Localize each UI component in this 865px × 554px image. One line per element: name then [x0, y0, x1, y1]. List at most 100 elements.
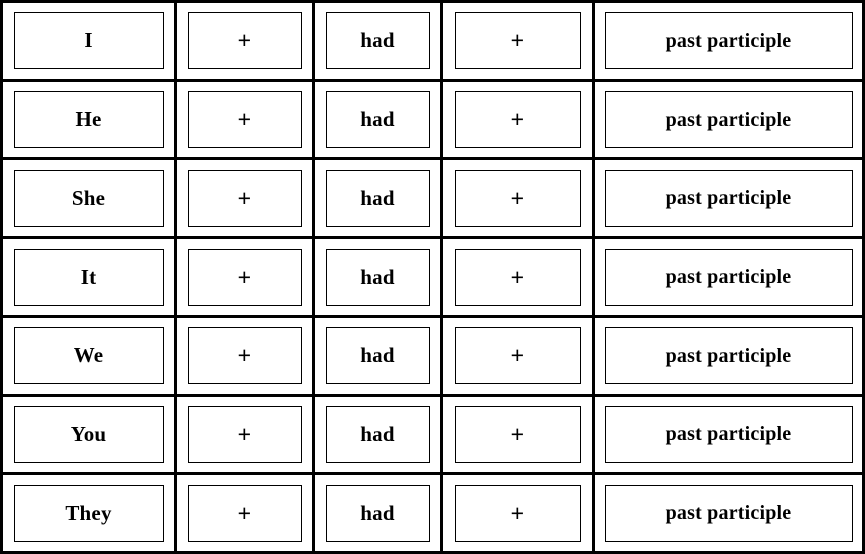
table-cell-auxiliary-verb: had [315, 396, 443, 473]
plus-icon: + [237, 106, 252, 133]
table-cell-subject-pronoun: I [3, 3, 177, 79]
table-cell-plus-operator-1: + [177, 317, 315, 394]
table-cell-plus-operator-1: + [177, 396, 315, 473]
cell-box-plus-operator-1: + [187, 248, 302, 306]
cell-label-subject-pronoun: It [80, 264, 97, 289]
cell-label-verb-form: past participle [665, 344, 792, 367]
table-cell-plus-operator-2: + [443, 317, 595, 394]
cell-label-subject-pronoun: They [65, 500, 112, 525]
table-cell-plus-operator-1: + [177, 475, 315, 552]
cell-label-subject-pronoun: He [75, 107, 102, 132]
cell-label-verb-form: past participle [665, 29, 792, 52]
cell-box-plus-operator-1: + [187, 91, 302, 149]
plus-icon: + [510, 27, 525, 54]
grammar-structure-table: I + had + past participle He + had + past partici… [0, 0, 865, 554]
plus-icon: + [510, 263, 525, 290]
cell-box-plus-operator-1: + [187, 484, 302, 542]
cell-box-plus-operator-1: + [187, 12, 302, 70]
table-row: It + had + past participle [3, 239, 862, 318]
cell-box-auxiliary-verb: had [325, 91, 430, 149]
cell-label-auxiliary-verb: had [360, 107, 395, 132]
table-cell-plus-operator-2: + [443, 81, 595, 158]
table-cell-verb-form: past participle [595, 475, 862, 551]
table-cell-subject-pronoun: She [3, 160, 177, 237]
cell-box-plus-operator-1: + [187, 405, 302, 463]
cell-label-auxiliary-verb: had [360, 343, 395, 368]
cell-label-subject-pronoun: You [70, 421, 107, 446]
table-row: She + had + past participle [3, 160, 862, 240]
cell-label-subject-pronoun: I [84, 28, 93, 53]
cell-box-subject-pronoun: I [13, 12, 164, 70]
cell-box-verb-form: past participle [604, 248, 853, 306]
cell-box-subject-pronoun: They [13, 484, 164, 542]
table-row: He + had + past participle [3, 81, 862, 161]
cell-label-auxiliary-verb: had [360, 28, 395, 53]
table-cell-verb-form: past participle [595, 3, 862, 79]
table-cell-auxiliary-verb: had [315, 3, 443, 79]
plus-icon: + [237, 184, 252, 211]
cell-label-verb-form: past participle [665, 187, 792, 210]
cell-box-plus-operator-2: + [454, 12, 581, 70]
table-cell-verb-form: past participle [595, 318, 862, 394]
cell-label-auxiliary-verb: had [360, 185, 395, 210]
table-cell-subject-pronoun: They [3, 475, 177, 552]
plus-icon: + [237, 27, 252, 54]
cell-box-subject-pronoun: We [13, 327, 164, 385]
cell-label-verb-form: past participle [665, 423, 792, 446]
table-cell-plus-operator-2: + [443, 160, 595, 237]
table-cell-plus-operator-1: + [177, 160, 315, 237]
plus-icon: + [237, 420, 252, 447]
cell-box-auxiliary-verb: had [325, 405, 430, 463]
table-row: We + had + past participle [3, 317, 862, 397]
cell-box-plus-operator-1: + [187, 327, 302, 385]
cell-box-plus-operator-2: + [454, 405, 581, 463]
cell-box-auxiliary-verb: had [325, 12, 430, 70]
cell-box-subject-pronoun: He [13, 91, 164, 149]
cell-box-verb-form: past participle [604, 327, 853, 385]
plus-icon: + [237, 263, 252, 290]
table-cell-auxiliary-verb: had [315, 475, 443, 552]
table-cell-auxiliary-verb: had [315, 317, 443, 394]
cell-label-verb-form: past participle [665, 266, 792, 289]
cell-box-auxiliary-verb: had [325, 169, 430, 227]
table-row: They + had + past participle [3, 475, 862, 552]
table-cell-plus-operator-1: + [177, 81, 315, 158]
table-cell-subject-pronoun: It [3, 239, 177, 315]
table-cell-auxiliary-verb: had [315, 81, 443, 158]
cell-label-verb-form: past participle [665, 502, 792, 525]
cell-label-auxiliary-verb: had [360, 264, 395, 289]
cell-box-verb-form: past participle [604, 169, 853, 227]
table-row: I + had + past participle [3, 3, 862, 82]
table-cell-plus-operator-1: + [177, 3, 315, 79]
cell-box-plus-operator-2: + [454, 327, 581, 385]
cell-box-verb-form: past participle [604, 12, 853, 70]
cell-box-subject-pronoun: It [13, 248, 164, 306]
table-cell-plus-operator-2: + [443, 239, 595, 315]
table-cell-auxiliary-verb: had [315, 160, 443, 237]
table-cell-plus-operator-2: + [443, 3, 595, 79]
plus-icon: + [237, 499, 252, 526]
table-cell-subject-pronoun: You [3, 396, 177, 473]
table-cell-plus-operator-2: + [443, 396, 595, 473]
plus-icon: + [510, 499, 525, 526]
cell-box-verb-form: past participle [604, 91, 853, 149]
cell-label-auxiliary-verb: had [360, 421, 395, 446]
table-cell-auxiliary-verb: had [315, 239, 443, 315]
cell-box-verb-form: past participle [604, 405, 853, 463]
cell-box-plus-operator-1: + [187, 169, 302, 227]
table-cell-verb-form: past participle [595, 82, 862, 158]
table-cell-plus-operator-2: + [443, 475, 595, 552]
plus-icon: + [510, 342, 525, 369]
cell-box-auxiliary-verb: had [325, 248, 430, 306]
cell-box-auxiliary-verb: had [325, 327, 430, 385]
cell-box-plus-operator-2: + [454, 484, 581, 542]
table-cell-subject-pronoun: He [3, 81, 177, 158]
cell-box-plus-operator-2: + [454, 248, 581, 306]
table-cell-verb-form: past participle [595, 397, 862, 473]
cell-label-verb-form: past participle [665, 108, 792, 131]
cell-box-subject-pronoun: She [13, 169, 164, 227]
plus-icon: + [510, 106, 525, 133]
cell-box-verb-form: past participle [604, 484, 853, 542]
cell-label-auxiliary-verb: had [360, 500, 395, 525]
table-cell-verb-form: past participle [595, 239, 862, 315]
